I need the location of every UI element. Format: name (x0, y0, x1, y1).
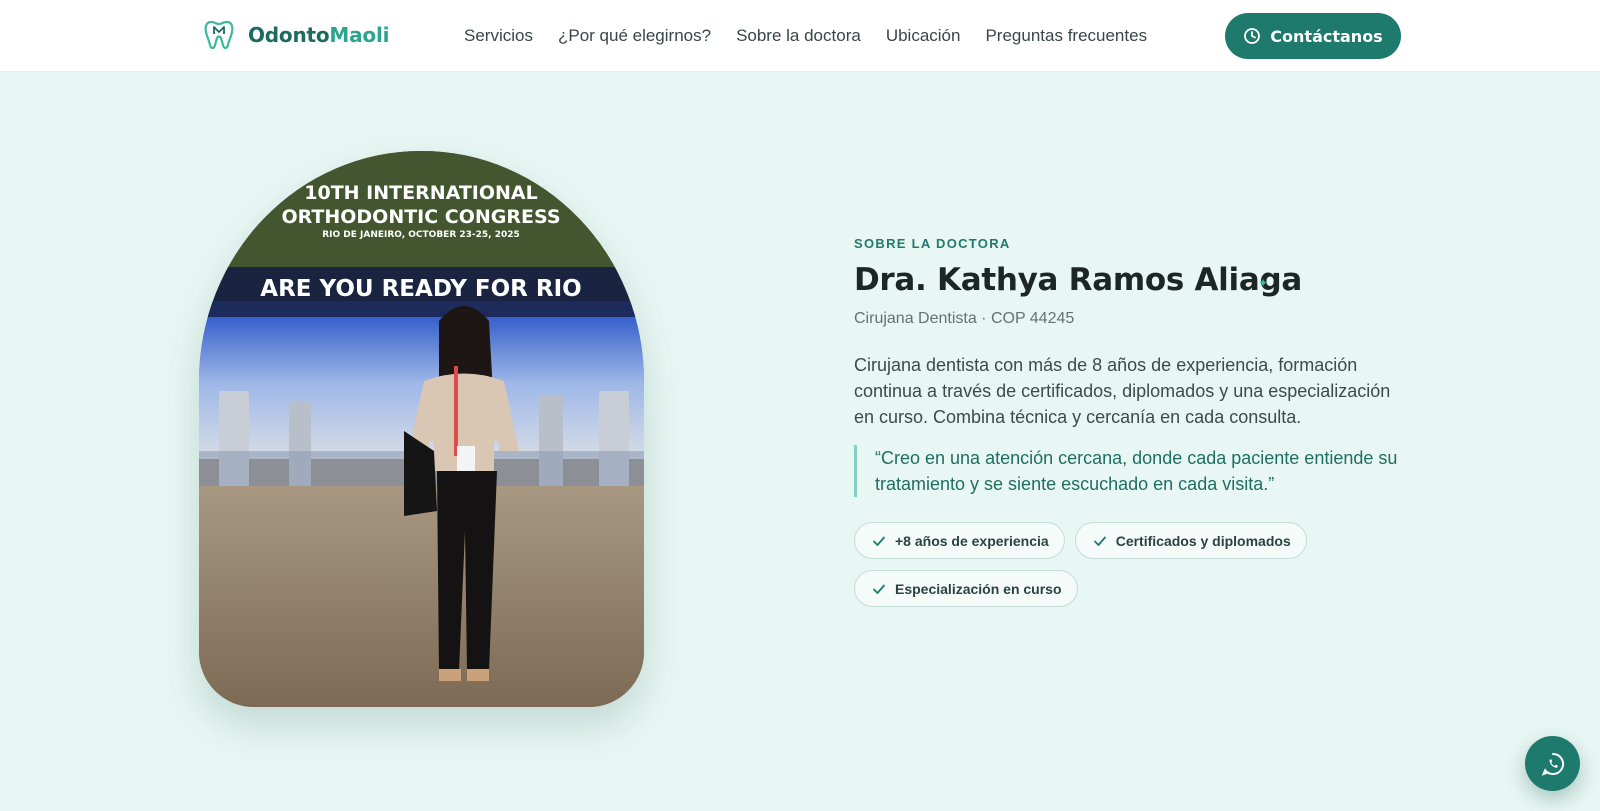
nav-item-servicios[interactable]: Servicios (464, 26, 533, 46)
whatsapp-button[interactable] (1525, 736, 1580, 791)
brand-name-part-a: Odonto (248, 23, 330, 47)
whatsapp-icon (1541, 752, 1564, 776)
nav-item-ubicacion[interactable]: Ubicación (886, 26, 961, 46)
highlight-chip-label: +8 años de experiencia (895, 532, 1049, 549)
highlight-chip: Certificados y diplomados (1074, 522, 1307, 559)
highlights: +8 años de experiencia Certificados y di… (854, 522, 1414, 607)
tooth-logo-icon (204, 20, 234, 50)
contact-button[interactable]: Contáctanos (1225, 13, 1401, 59)
nav-item-preguntas-frecuentes[interactable]: Preguntas frecuentes (985, 26, 1147, 46)
photo-banner-line2: ORTHODONTIC CONGRESS (281, 206, 560, 228)
nav-item-sobre-la-doctora[interactable]: Sobre la doctora (736, 26, 861, 46)
doctor-credentials: Cirujana Dentista · COP 44245 (854, 310, 1075, 327)
brand-name: OdontoMaoli (248, 23, 389, 47)
check-icon (873, 536, 885, 546)
brand-name-part-b: Maoli (329, 23, 390, 47)
doctor-quote: “Creo en una atención cercana, donde cad… (854, 445, 1414, 497)
clock-icon (1244, 28, 1261, 44)
photo-banner-line1: 10TH INTERNATIONAL (304, 182, 537, 204)
check-icon (873, 584, 885, 594)
highlight-chip-label: Certificados y diplomados (1115, 532, 1291, 549)
highlight-chip-label: Especialización en curso (895, 580, 1062, 597)
photo-banner-line3: RIO DE JANEIRO, OCTOBER 23-25, 2025 (322, 230, 520, 240)
nav-item-por-que-elegirnos[interactable]: ¿Por qué elegirnos? (558, 26, 711, 46)
doctor-description: Cirujana dentista con más de 8 años de e… (854, 355, 1391, 427)
highlight-chip: +8 años de experiencia (854, 522, 1065, 559)
doctor-photo: 10TH INTERNATIONAL ORTHODONTIC CONGRESS RI… (199, 151, 644, 707)
sparkle-icon: ✦ (1258, 276, 1269, 290)
contact-button-label: Contáctanos (1270, 26, 1383, 46)
check-icon (1093, 536, 1106, 546)
doctor-name: Dra. Kathya Ramos Aliaga (854, 262, 1302, 298)
section-eyebrow: SOBRE LA DOCTORA (854, 236, 1011, 251)
site-header: OdontoMaoli Servicios ¿Por qué elegirnos… (0, 0, 1600, 72)
brand[interactable]: OdontoMaoli (202, 18, 389, 52)
highlight-chip: Especialización en curso (854, 570, 1078, 607)
photo-sign: ARE YOU READY FOR RIO (260, 276, 581, 302)
main-nav: Servicios ¿Por qué elegirnos? Sobre la d… (464, 26, 1172, 46)
